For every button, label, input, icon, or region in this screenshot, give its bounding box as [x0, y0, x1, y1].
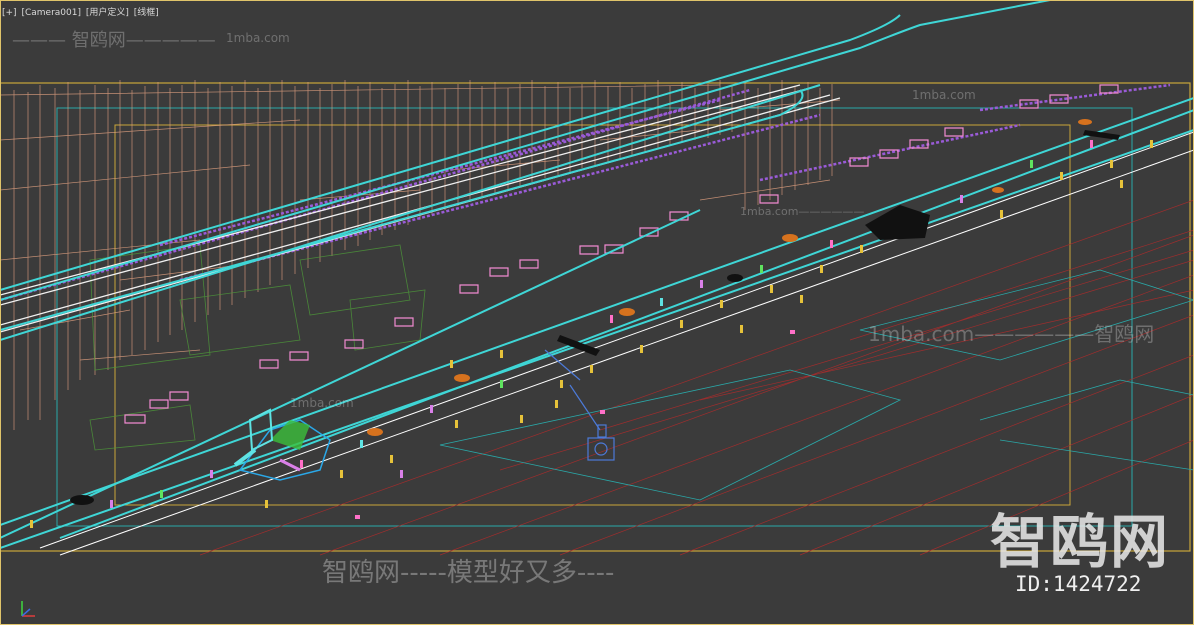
watermark-top-url: 1mba.com [226, 31, 290, 45]
watermark-mid-4: 1mba.com [290, 396, 354, 410]
watermark-mid-2: 1mba.com—————— [740, 205, 865, 218]
viewport-camera-menu[interactable]: [Camera001] [21, 8, 81, 18]
viewport-view-menu[interactable]: [用户定义] [86, 8, 129, 18]
watermark-logo: 智鸥网 [990, 508, 1171, 576]
viewport-camera001[interactable]: [+] [Camera001] [用户定义] [线框] ——— 智鸥网—————… [0, 0, 1194, 625]
playground-model [233, 408, 331, 481]
watermark-mid-1: 1mba.com [912, 88, 976, 102]
watermark-mid-3: 1mba.com——————智鸥网 [868, 322, 1155, 346]
model-id-label: ID:1424722 [1015, 572, 1142, 596]
watermark-bottom: 智鸥网-----模型好又多---- [322, 558, 615, 588]
viewport-shading-menu[interactable]: [线框] [134, 8, 159, 18]
watermark-top: ——— 智鸥网————— [12, 30, 216, 51]
viewport-label[interactable]: [+] [Camera001] [用户定义] [线框] [2, 5, 161, 18]
axis-gizmo-icon [21, 601, 35, 617]
roads-cyan [0, 0, 1194, 549]
ground-outlines-teal [439, 269, 1194, 501]
viewport-menu-plus[interactable]: [+] [2, 8, 17, 18]
